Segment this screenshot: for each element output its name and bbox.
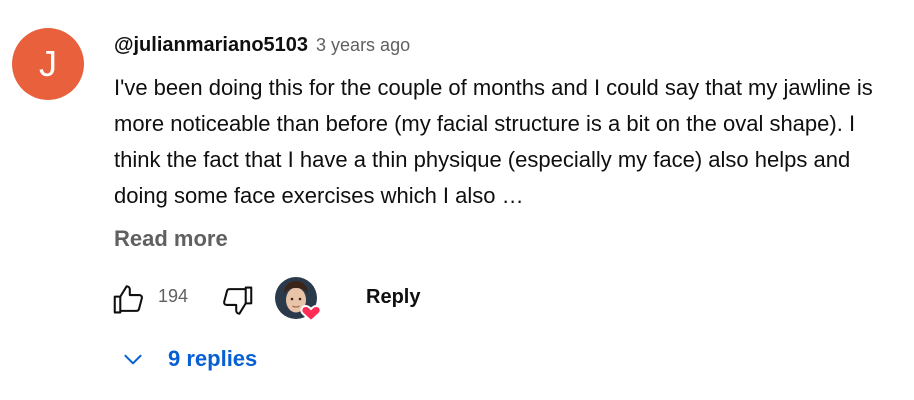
- creator-heart[interactable]: [274, 276, 324, 324]
- comment-header: @julianmariano5103 3 years ago: [114, 34, 410, 57]
- replies-count-label: 9 replies: [168, 346, 258, 371]
- reply-button[interactable]: Reply: [366, 286, 420, 309]
- creator-heart-icon: [275, 277, 322, 323]
- comment-timestamp[interactable]: 3 years ago: [316, 35, 410, 56]
- like-count: 194: [158, 286, 189, 306]
- like-button[interactable]: [110, 280, 148, 318]
- comment-text: I've been doing this for the couple of m…: [114, 75, 873, 208]
- thumbs-down-icon: [223, 286, 253, 315]
- author-name[interactable]: @julianmariano5103: [114, 34, 308, 57]
- chevron-down-icon: [124, 354, 142, 365]
- dislike-button[interactable]: [218, 282, 256, 320]
- comment-toolbar: 194 Reply: [110, 276, 610, 323]
- avatar[interactable]: J: [12, 28, 84, 100]
- read-more-button[interactable]: Read more: [114, 226, 228, 252]
- avatar-letter: J: [39, 43, 57, 84]
- view-replies-button[interactable]: 9 replies: [120, 346, 257, 372]
- thumbs-up-icon: [113, 285, 143, 314]
